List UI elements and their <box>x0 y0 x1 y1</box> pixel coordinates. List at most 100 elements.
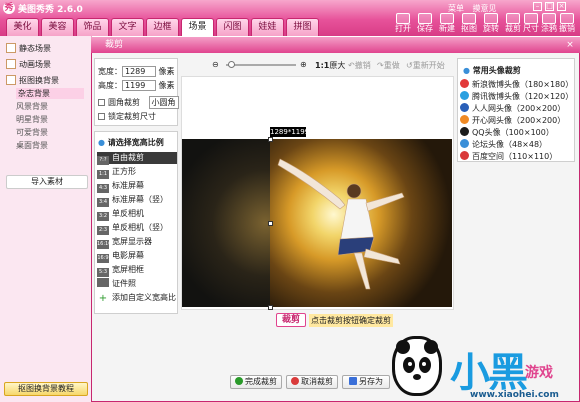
sidebar-item-cutout-background[interactable]: 抠图换背景 <box>6 74 88 88</box>
sidebar-item-animated-scene[interactable]: 动画场景 <box>6 58 88 72</box>
static-scene-icon <box>6 43 16 53</box>
close-icon[interactable]: × <box>557 2 566 11</box>
zoom-in-icon[interactable]: ⊕ <box>300 60 307 69</box>
toolbar-open-button[interactable]: 打开 <box>392 13 414 35</box>
avatar-preset-qq[interactable]: QQ头像（100×100） <box>460 127 554 139</box>
import-material-button[interactable]: 导入素材 <box>6 175 88 189</box>
tab-flash[interactable]: 闪图 <box>216 18 249 36</box>
sidebar-subitem-cute[interactable]: 可爱背景 <box>16 127 48 138</box>
toolbar-save-button[interactable]: 保存 <box>414 13 436 35</box>
crop-button[interactable]: 裁剪 <box>276 313 306 327</box>
dancer-figure <box>277 158 405 290</box>
rounded-crop-row: 圆角裁剪 小圆角 <box>98 96 179 109</box>
ratio-square[interactable]: 1:1 正方形 <box>97 166 177 179</box>
maximize-icon[interactable]: □ <box>545 2 554 11</box>
add-custom-ratio[interactable]: + 添加自定义宽高比 <box>97 292 177 304</box>
rounded-crop-checkbox[interactable] <box>98 99 105 106</box>
id-photo-icon <box>97 278 109 287</box>
qq-icon <box>460 127 469 136</box>
avatar-preset-forum[interactable]: 论坛头像（48×48） <box>460 139 547 151</box>
restart-button[interactable]: ↺重新开始 <box>406 60 445 71</box>
watermark-url: www.xiaohei.com <box>470 390 559 400</box>
tab-beautify[interactable]: 美化 <box>6 18 39 36</box>
crop-handle-left[interactable] <box>268 221 273 226</box>
ratio-4-3[interactable]: 4:3 标准屏幕 <box>97 180 177 193</box>
sidebar-subitem-landscape[interactable]: 风景背景 <box>16 101 48 112</box>
tab-border[interactable]: 边框 <box>146 18 179 36</box>
ratio-free[interactable]: ?:? 自由裁剪 <box>97 152 177 165</box>
crop-handle-bottom-left[interactable] <box>268 305 273 310</box>
tutorial-button[interactable]: 抠图换背景教程 <box>4 382 88 396</box>
ratio-16-9[interactable]: 16:9 电影屏幕 <box>97 250 177 263</box>
renren-icon <box>460 103 469 112</box>
baidu-icon <box>460 151 469 160</box>
kaixin-icon <box>460 115 469 124</box>
toolbar-new-button[interactable]: 新建 <box>436 13 458 35</box>
tab-beauty[interactable]: 美容 <box>41 18 74 36</box>
save-as-icon <box>349 377 357 385</box>
forum-icon <box>460 139 469 148</box>
check-icon <box>235 377 243 385</box>
crop-size-label: 1289*1199 <box>270 127 310 137</box>
tab-scene[interactable]: 场景 <box>181 18 214 36</box>
add-icon: + <box>98 293 108 304</box>
tab-doll[interactable]: 娃娃 <box>251 18 284 36</box>
sina-weibo-icon <box>460 79 469 88</box>
watermark-game: 游戏 <box>525 365 553 381</box>
tab-accessories[interactable]: 饰品 <box>76 18 109 36</box>
avatar-preset-baidu[interactable]: 百度空间（110×110） <box>460 151 557 163</box>
ratio-5-3[interactable]: 5:3 宽屏相框 <box>97 264 177 277</box>
ratio-title: ● 请选择宽高比例 <box>98 138 164 147</box>
menu-link[interactable]: 菜单 <box>448 4 464 13</box>
ratio-16-10[interactable]: 16:10宽屏显示器 <box>97 236 177 249</box>
height-input[interactable]: 1199 <box>122 80 156 91</box>
tencent-weibo-icon <box>460 91 469 100</box>
avatar-title-icon: ● <box>463 66 470 75</box>
crop-hint: 点击裁剪按钮确定裁剪 <box>309 314 393 327</box>
finish-crop-button[interactable]: 完成裁剪 <box>230 375 282 389</box>
photo-outside-crop <box>182 139 270 307</box>
dialog-close-icon[interactable]: × <box>565 40 575 50</box>
ratio-id-photo[interactable]: 证件照 <box>97 278 177 290</box>
lock-size-checkbox[interactable] <box>98 113 105 120</box>
rotate-icon <box>484 13 498 24</box>
zoom-out-icon[interactable]: ⊖ <box>212 60 219 69</box>
canvas-undo-button[interactable]: ↶撤销 <box>348 60 371 71</box>
tab-text[interactable]: 文字 <box>111 18 144 36</box>
ratio-2-3[interactable]: 2:3 单反相机（竖） <box>97 222 177 235</box>
feedback-link[interactable]: 摸意见 <box>473 4 497 13</box>
zoom-slider[interactable] <box>226 64 296 66</box>
canvas-redo-button[interactable]: ↷重做 <box>377 60 400 71</box>
save-icon <box>418 13 432 24</box>
minimize-icon[interactable]: – <box>533 2 542 11</box>
crop-handle-top-left[interactable] <box>268 137 273 142</box>
toolbar-rotate-button[interactable]: 旋转 <box>480 13 502 35</box>
ratio-title-icon: ● <box>98 138 105 147</box>
ratio-3-2[interactable]: 3:2 单反相机 <box>97 208 177 221</box>
width-input[interactable]: 1289 <box>122 66 156 77</box>
save-as-button[interactable]: 另存为 <box>342 375 390 389</box>
ratio-3-4[interactable]: 3:4 标准屏幕（竖） <box>97 194 177 207</box>
toolbar-undo-button[interactable]: 撤销 <box>556 13 578 35</box>
sidebar-subitem-magazine[interactable]: 杂志背景 <box>16 88 84 99</box>
tab-collage[interactable]: 拼图 <box>286 18 319 36</box>
zoom-slider-handle[interactable] <box>228 61 235 68</box>
avatar-preset-tencent[interactable]: 腾讯微博头像（120×120） <box>460 91 573 103</box>
sidebar-subitem-celebrity[interactable]: 明星背景 <box>16 114 48 125</box>
panda-face <box>396 340 438 380</box>
height-row: 高度： 1199 像素 <box>98 80 175 91</box>
photo-crop-region[interactable] <box>270 139 452 307</box>
avatar-preset-renren[interactable]: 人人网头像（200×200） <box>460 103 565 115</box>
cutout-background-icon <box>6 75 16 85</box>
cancel-crop-button[interactable]: 取消裁剪 <box>286 375 338 389</box>
new-icon <box>440 13 454 24</box>
actual-size-button[interactable]: 1:1原大 <box>315 60 345 71</box>
toolbar-cutout-button[interactable]: 抠图 <box>458 13 480 35</box>
sidebar-item-static-scene[interactable]: 静态场景 <box>6 42 88 56</box>
sidebar-subitem-desktop[interactable]: 桌面背景 <box>16 140 48 151</box>
dialog-title: 裁剪 <box>91 37 580 53</box>
rounded-size-select[interactable]: 小圆角 <box>148 96 179 109</box>
avatar-preset-sina[interactable]: 新浪微博头像（180×180） <box>460 79 573 91</box>
avatar-preset-kaixin[interactable]: 开心网头像（200×200） <box>460 115 565 127</box>
width-row: 宽度： 1289 像素 <box>98 66 175 77</box>
